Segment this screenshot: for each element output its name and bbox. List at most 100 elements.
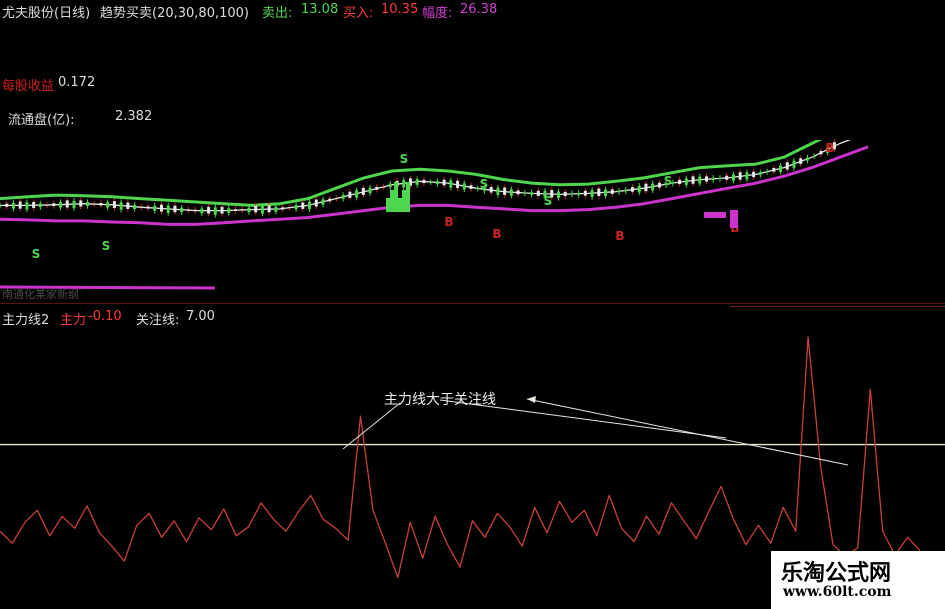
candle-body (32, 201, 36, 208)
buy-signal: B (492, 227, 501, 241)
candle-body (745, 172, 749, 180)
candle-body (200, 208, 204, 214)
candle-body (604, 189, 608, 196)
annotation-pointer-2 (439, 399, 727, 439)
candle-body (422, 179, 426, 184)
candle-body (321, 199, 325, 205)
sell-signal: S (32, 247, 41, 261)
candle-body (139, 206, 143, 208)
candle-body (112, 201, 116, 209)
lower-band-left (0, 285, 216, 290)
candle-body (294, 205, 298, 210)
candle-body (341, 195, 345, 199)
candle-body (274, 206, 278, 212)
candle-body (213, 207, 217, 215)
candle-body (247, 207, 251, 213)
sell-signal: S (544, 194, 553, 208)
candle-body (348, 191, 352, 198)
buy-signal: B (615, 229, 624, 243)
candle-body (644, 183, 648, 192)
candle-body (637, 185, 641, 193)
sell-signal: S (480, 177, 489, 191)
candle-body (402, 180, 406, 188)
candle-body (597, 188, 601, 197)
candle-body (394, 182, 398, 212)
candle-body (772, 168, 776, 172)
candle-body (267, 205, 271, 213)
candle-body (415, 179, 419, 185)
annotation-arrowhead (527, 396, 536, 403)
candle-body (624, 189, 628, 192)
candle-body (442, 179, 446, 186)
candle-body (617, 190, 621, 193)
candle-body (92, 203, 96, 205)
candle-body (220, 206, 224, 214)
candle-body (758, 172, 762, 175)
main-force-line (0, 336, 921, 579)
annotation-pointer-3 (526, 398, 849, 466)
candle-body (469, 185, 473, 189)
candle-body (18, 201, 22, 209)
candle-body (388, 183, 392, 188)
candle-body (59, 202, 63, 208)
candle-body (705, 176, 709, 182)
signal-block (704, 212, 726, 218)
candle-body (146, 206, 150, 209)
candle-body (398, 198, 402, 212)
candle-body (180, 207, 184, 213)
chart-canvas: SSSSSSBBBBB (0, 139, 945, 579)
candle-body (186, 209, 190, 211)
sell-signal: S (664, 174, 673, 188)
candle-body (752, 171, 756, 178)
candle-body (260, 206, 264, 214)
candle-body (429, 181, 433, 183)
candle-body (314, 199, 318, 207)
candle-body (240, 209, 244, 211)
candle-body (678, 179, 682, 185)
candle-body (456, 180, 460, 189)
price-band-upper (0, 140, 823, 207)
candle-body (516, 190, 520, 195)
candle-body (119, 202, 123, 210)
candle-body (691, 176, 695, 184)
candle-body (287, 207, 291, 209)
watermark-title: 乐淘公式网 (781, 560, 892, 586)
candle-body (509, 189, 513, 196)
candle-body (25, 202, 29, 210)
candle-body (133, 204, 137, 210)
candle-body (698, 176, 702, 184)
candle-body (173, 205, 177, 213)
candle-body (523, 192, 527, 194)
candle-body (390, 190, 394, 212)
candle-body (738, 172, 742, 180)
watermark: 乐淘公式网 www.60lt.com (771, 551, 945, 609)
candle-body (106, 202, 110, 208)
candle-body (227, 208, 231, 214)
candle-body (711, 177, 715, 181)
candle-body (651, 183, 655, 191)
candle-body (166, 205, 170, 214)
candle-body (577, 192, 581, 195)
candle-body (462, 183, 466, 190)
candle-body (386, 198, 390, 212)
candle-body (779, 165, 783, 172)
buy-signal: B (444, 215, 453, 229)
candle-body (590, 190, 594, 197)
sell-signal: S (400, 152, 409, 166)
candle-body (11, 202, 15, 209)
candle-body (281, 207, 285, 210)
candle-body (254, 205, 258, 213)
candle-body (334, 198, 338, 200)
candle-body (308, 201, 312, 210)
candle-body (556, 191, 560, 198)
candle-body (449, 180, 453, 188)
candle-body (368, 187, 372, 194)
candle-body (718, 177, 722, 179)
candle-body (792, 160, 796, 168)
candle-body (563, 191, 567, 197)
candle-body (382, 186, 386, 188)
candle-body (570, 193, 574, 195)
candle-body (0, 205, 2, 207)
candle-body (435, 181, 439, 185)
candle-body (496, 187, 500, 195)
